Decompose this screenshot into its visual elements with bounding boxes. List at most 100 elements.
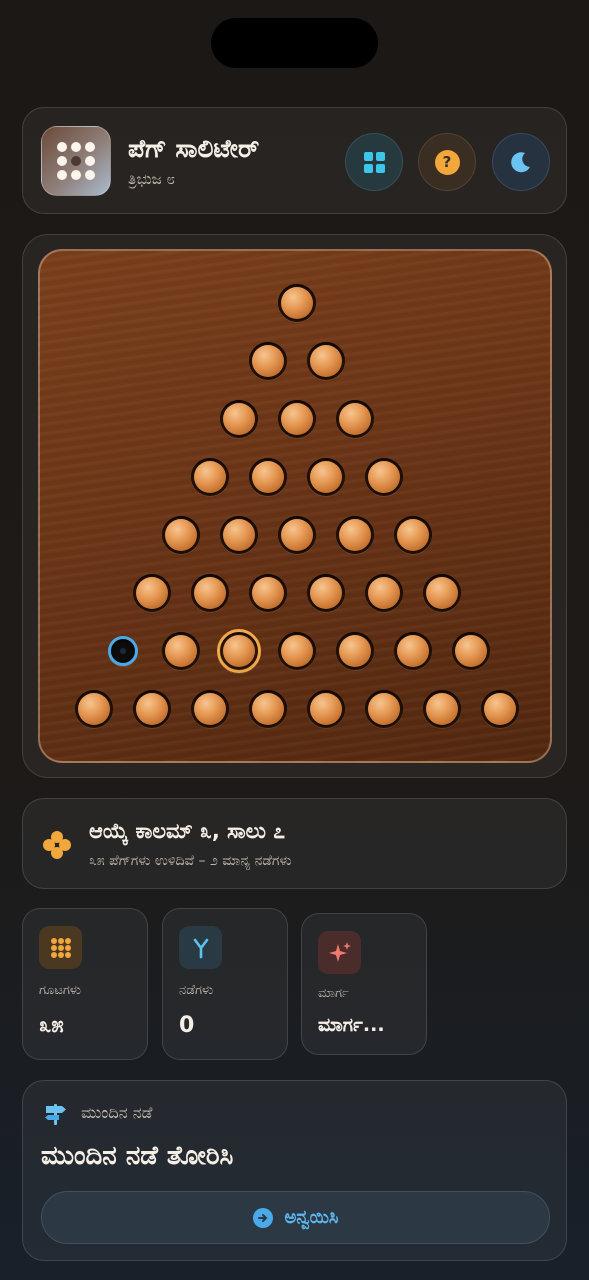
- moon-icon: [511, 152, 530, 173]
- stat-path: ಮಾರ್ಗ ಮಾರ್ಗ...: [301, 913, 427, 1055]
- game-board: [38, 249, 552, 763]
- status-subtitle: ೩೫ ಪೆಗ್‌ಗಳು ಉಳಿದಿವೆ – ೨ ಮಾನ್ಯ ನಡೆಗಳು: [89, 853, 292, 869]
- peg[interactable]: [281, 519, 313, 551]
- stat-pegs: ಗೂಟಗಳು ೩೫: [22, 908, 148, 1060]
- board-hole[interactable]: [365, 574, 403, 612]
- stat-moves: ನಡೆಗಳು 0: [162, 908, 288, 1060]
- peg[interactable]: [252, 461, 284, 493]
- board-hole[interactable]: [249, 342, 287, 380]
- board-hole[interactable]: [307, 574, 345, 612]
- peg[interactable]: [339, 403, 371, 435]
- board-hole[interactable]: [278, 400, 316, 438]
- apply-button[interactable]: ಅನ್ವಯಿಸಿ: [41, 1191, 550, 1244]
- flower-icon: [43, 831, 71, 859]
- stat-value: ೩೫: [39, 1013, 64, 1038]
- board-hole[interactable]: [249, 690, 287, 728]
- apply-button-label: ಅನ್ವಯಿಸಿ: [284, 1207, 339, 1228]
- stat-label: ನಡೆಗಳು: [179, 983, 214, 998]
- peg[interactable]: [136, 577, 168, 609]
- peg[interactable]: [136, 693, 168, 725]
- board-hole[interactable]: [278, 284, 316, 322]
- peg[interactable]: [397, 635, 429, 667]
- peg[interactable]: [310, 693, 342, 725]
- sparkle-icon: [318, 931, 361, 974]
- peg[interactable]: [426, 693, 458, 725]
- board-hole[interactable]: [133, 574, 171, 612]
- peg[interactable]: [194, 693, 226, 725]
- target-hole[interactable]: [108, 636, 138, 666]
- board-hole[interactable]: [307, 690, 345, 728]
- board-hole[interactable]: [365, 690, 403, 728]
- stat-label: ಗೂಟಗಳು: [39, 983, 82, 998]
- board-hole[interactable]: [481, 690, 519, 728]
- app-logo-icon: [41, 126, 111, 196]
- board-hole[interactable]: [423, 690, 461, 728]
- board-container: [22, 234, 567, 778]
- branch-icon: [179, 926, 222, 969]
- board-hole[interactable]: [220, 400, 258, 438]
- peg[interactable]: [455, 635, 487, 667]
- theme-toggle-button[interactable]: [492, 133, 550, 191]
- board-hole[interactable]: [75, 690, 113, 728]
- board-hole[interactable]: [336, 516, 374, 554]
- board-hole[interactable]: [162, 516, 200, 554]
- peg[interactable]: [310, 577, 342, 609]
- peg-selected[interactable]: [217, 629, 261, 673]
- board-hole[interactable]: [394, 516, 432, 554]
- board-hole[interactable]: [423, 574, 461, 612]
- stat-value: ಮಾರ್ಗ...: [318, 1014, 385, 1036]
- board-hole[interactable]: [278, 516, 316, 554]
- selection-status: ಆಯ್ಕೆ ಕಾಲಮ್ ೩, ಸಾಲು ೭ ೩೫ ಪೆಗ್‌ಗಳು ಉಳಿದಿವ…: [22, 798, 567, 889]
- peg[interactable]: [484, 693, 516, 725]
- peg[interactable]: [252, 693, 284, 725]
- board-hole[interactable]: [365, 458, 403, 496]
- variants-button[interactable]: [345, 133, 403, 191]
- board-hole[interactable]: [336, 400, 374, 438]
- board-hole[interactable]: [452, 632, 490, 670]
- peg[interactable]: [310, 345, 342, 377]
- honeycomb-icon: [39, 926, 82, 969]
- board-hole[interactable]: [191, 574, 229, 612]
- peg[interactable]: [252, 577, 284, 609]
- peg[interactable]: [339, 635, 371, 667]
- stat-value: 0: [179, 1013, 195, 1038]
- board-hole[interactable]: [249, 574, 287, 612]
- board-hole[interactable]: [133, 690, 171, 728]
- peg[interactable]: [78, 693, 110, 725]
- board-hole[interactable]: [162, 632, 200, 670]
- peg[interactable]: [252, 345, 284, 377]
- peg[interactable]: [368, 693, 400, 725]
- peg[interactable]: [194, 461, 226, 493]
- peg[interactable]: [426, 577, 458, 609]
- board-hole[interactable]: [191, 458, 229, 496]
- board-hole[interactable]: [220, 516, 258, 554]
- app-title: ಪೆಗ್ ಸಾಲಿಟೇರ್: [128, 134, 260, 163]
- next-move-title: ಮುಂದಿನ ನಡೆ ತೋರಿಸಿ: [41, 1141, 234, 1171]
- peg[interactable]: [281, 403, 313, 435]
- peg[interactable]: [397, 519, 429, 551]
- peg[interactable]: [194, 577, 226, 609]
- next-move-label: ಮುಂದಿನ ನಡೆ: [81, 1103, 153, 1122]
- board-hole[interactable]: [307, 342, 345, 380]
- peg[interactable]: [165, 635, 197, 667]
- peg[interactable]: [223, 403, 255, 435]
- peg[interactable]: [223, 519, 255, 551]
- peg[interactable]: [339, 519, 371, 551]
- board-hole[interactable]: [336, 632, 374, 670]
- peg[interactable]: [223, 635, 255, 667]
- peg[interactable]: [368, 577, 400, 609]
- peg[interactable]: [281, 287, 313, 319]
- app-header: ಪೆಗ್ ಸಾಲಿಟೇರ್ ತ್ರಿಭುಜ ೮ ?: [22, 107, 567, 214]
- board-hole[interactable]: [278, 632, 316, 670]
- camera-notch: [211, 18, 378, 68]
- board-hole[interactable]: [191, 690, 229, 728]
- peg[interactable]: [165, 519, 197, 551]
- peg[interactable]: [368, 461, 400, 493]
- help-button[interactable]: ?: [418, 133, 476, 191]
- signpost-icon: [45, 1104, 66, 1125]
- peg[interactable]: [310, 461, 342, 493]
- peg[interactable]: [281, 635, 313, 667]
- board-hole[interactable]: [249, 458, 287, 496]
- board-hole[interactable]: [307, 458, 345, 496]
- board-hole[interactable]: [394, 632, 432, 670]
